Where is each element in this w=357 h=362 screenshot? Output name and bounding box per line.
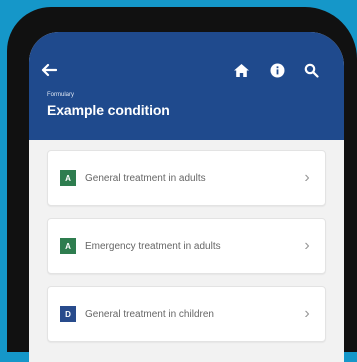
evidence-badge: A	[60, 238, 76, 254]
evidence-badge: D	[60, 306, 76, 322]
app-bar: Formulary Example condition	[29, 32, 344, 140]
page-title: Example condition	[47, 102, 170, 118]
home-icon[interactable]	[229, 60, 253, 80]
treatment-list: A General treatment in adults › A Emerge…	[29, 140, 344, 342]
phone-frame: Formulary Example condition A General tr…	[7, 7, 357, 362]
list-item[interactable]: A General treatment in adults ›	[47, 150, 326, 206]
list-item-label: General treatment in adults	[85, 172, 206, 184]
app-screen: Formulary Example condition A General tr…	[29, 32, 344, 362]
chevron-right-icon: ›	[304, 169, 310, 186]
search-icon[interactable]	[299, 60, 323, 80]
list-item[interactable]: A Emergency treatment in adults ›	[47, 218, 326, 274]
list-item-label: General treatment in children	[85, 308, 214, 320]
evidence-badge: A	[60, 170, 76, 186]
list-item-label: Emergency treatment in adults	[85, 240, 221, 252]
info-icon[interactable]	[265, 60, 289, 80]
list-item[interactable]: D General treatment in children ›	[47, 286, 326, 342]
arrow-left-icon[interactable]	[37, 60, 61, 80]
chevron-right-icon: ›	[304, 305, 310, 322]
chevron-right-icon: ›	[304, 237, 310, 254]
breadcrumb: Formulary	[47, 92, 75, 98]
